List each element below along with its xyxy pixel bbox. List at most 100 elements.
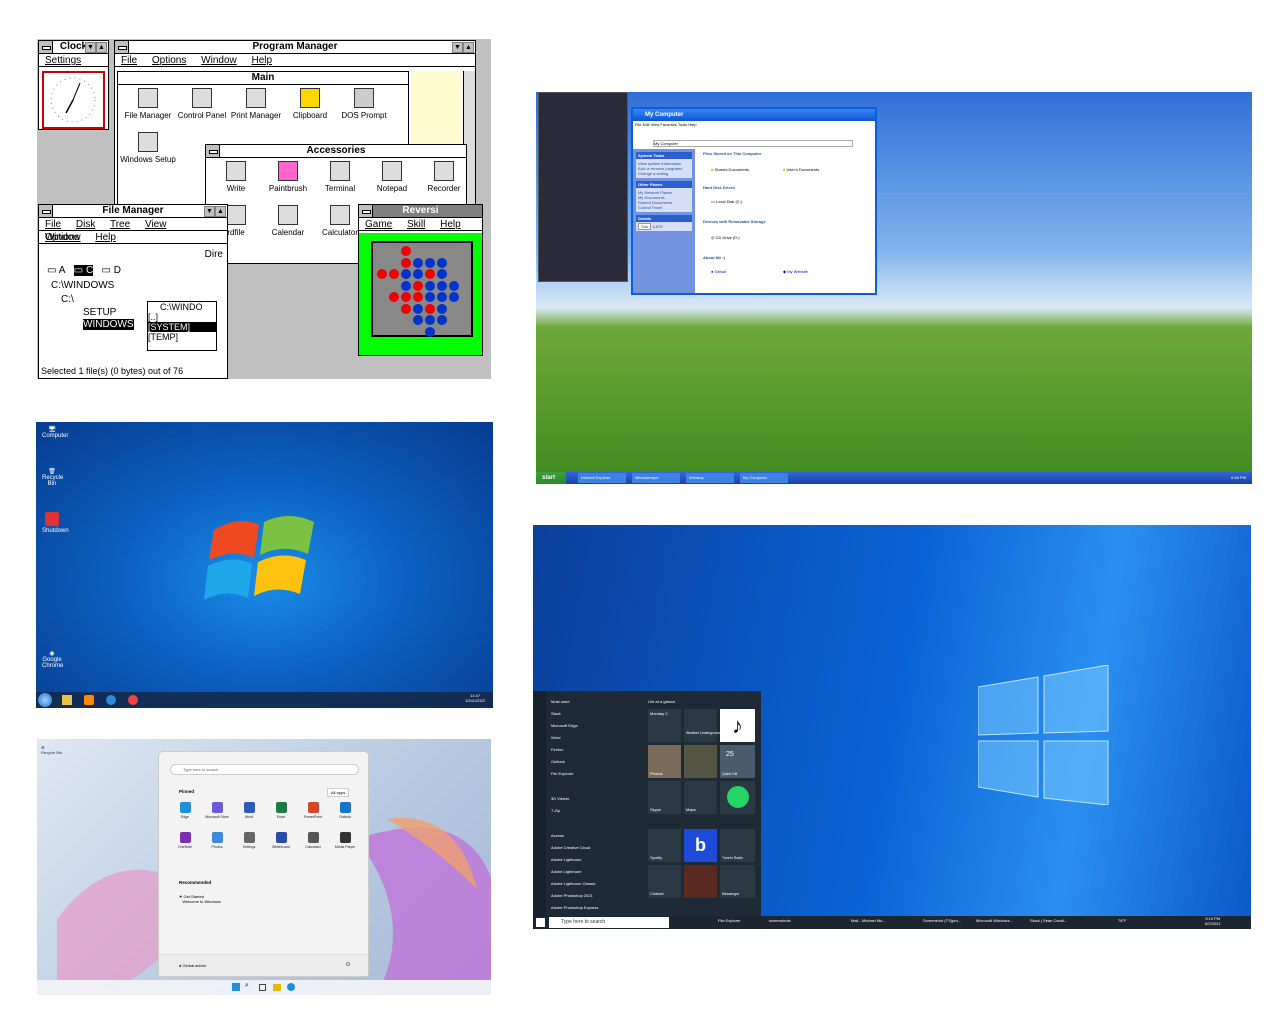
taskbar-item[interactable]: Winamp <box>686 473 734 483</box>
pinned-app[interactable]: PowerPoint <box>297 802 329 819</box>
pm-menu-help[interactable]: Help <box>252 55 273 66</box>
maps-tile[interactable]: Maps <box>684 781 717 814</box>
ie-icon[interactable] <box>106 695 116 705</box>
taskbar-item[interactable]: My Computer <box>740 473 788 483</box>
reversi-menu-help[interactable]: Help <box>440 219 461 230</box>
search-input[interactable]: Type here to search <box>170 764 359 775</box>
blue-disc[interactable] <box>413 269 423 279</box>
clock-menu[interactable]: Settings <box>39 54 108 67</box>
app-list-item[interactable]: Adobe Lightroom <box>551 857 581 862</box>
calendar-icon[interactable]: Calendar <box>258 205 318 237</box>
taskbar-item[interactable]: Microsoft Windows... <box>976 918 1013 923</box>
pm-menu-options[interactable]: Options <box>152 55 186 66</box>
blue-disc[interactable] <box>401 269 411 279</box>
taskbar-item[interactable]: File Explorer <box>718 918 740 923</box>
blue-disc[interactable] <box>425 315 435 325</box>
fm-menu-window[interactable]: Window <box>45 232 81 243</box>
windows-setup-icon[interactable]: Windows Setup <box>118 132 178 164</box>
settings-menu[interactable]: Settings <box>45 55 81 66</box>
power-icon[interactable]: ⏻ <box>346 962 350 968</box>
fm-menu-2[interactable]: Window Help <box>39 231 227 244</box>
other-places-box[interactable]: Other Places My Network Places My Document… <box>636 181 692 212</box>
file-manager-window[interactable]: File Manager ▼ ▲ File Disk Tree View Optio… <box>38 204 228 379</box>
fm-file-list[interactable]: C:\WINDO [..] [SYSTEM] [TEMP] <box>147 301 217 351</box>
shutdown-icon[interactable]: Shutdown <box>42 512 69 534</box>
drive-d-icon[interactable]: ▭ D <box>102 265 121 276</box>
app-list-item[interactable]: Microsoft Edge <box>551 723 578 728</box>
start-button[interactable]: start <box>536 472 566 484</box>
clock-window[interactable]: Clock ▼ ▲ Settings <box>38 40 109 130</box>
clock-titlebar[interactable]: Clock ▼ ▲ <box>39 41 108 54</box>
cd-drive-icon[interactable]: ◎ CD Drive (D:) <box>711 235 740 240</box>
terminal-icon[interactable]: Terminal <box>310 161 370 193</box>
taskbar-item[interactable]: Screenshot (TS)pro... <box>923 918 961 923</box>
blue-disc[interactable] <box>449 292 459 302</box>
blue-disc[interactable] <box>425 280 435 291</box>
dos-prompt-icon[interactable]: DOS Prompt <box>334 88 394 120</box>
red-disc[interactable] <box>389 292 399 302</box>
clipboard-icon[interactable]: Clipboard <box>280 88 340 120</box>
website-link[interactable]: ◆ My Website <box>783 269 808 274</box>
taskbar-item[interactable]: screenshots <box>769 918 791 923</box>
control-panel-icon[interactable]: Control Panel <box>172 88 232 120</box>
explorer-icon[interactable] <box>62 695 72 705</box>
github-link[interactable]: ● Github <box>711 269 726 274</box>
news-tile[interactable]: Monday 2 <box>648 709 681 742</box>
file-manager-icon[interactable]: File Manager <box>118 88 178 120</box>
chrome-icon[interactable]: ◉ Google Chrome <box>42 650 63 669</box>
reversi-menu-skill[interactable]: Skill <box>407 219 425 230</box>
pinned-app[interactable]: Excel <box>265 802 297 819</box>
pm-menu-window[interactable]: Window <box>201 55 237 66</box>
app-list-item[interactable]: File Explorer <box>551 771 573 776</box>
fm-list-item[interactable]: [SYSTEM] <box>148 322 216 332</box>
blue-disc[interactable] <box>437 315 447 325</box>
media-player-icon[interactable] <box>84 695 94 705</box>
pinned-app[interactable]: Word <box>233 802 265 819</box>
fm-menu-tree[interactable]: Tree <box>110 219 130 230</box>
local-disk-icon[interactable]: ▭ Local Disk (C:) <box>711 199 742 204</box>
tree-setup[interactable]: SETUP <box>83 307 116 318</box>
user-docs-folder[interactable]: ■ User's Documents <box>783 167 819 172</box>
app-list-item[interactable]: Word <box>551 735 560 740</box>
blue-disc[interactable] <box>437 303 447 314</box>
pinned-app[interactable]: Microsoft Store <box>201 802 233 819</box>
reversi-titlebar[interactable]: Reversi <box>359 205 482 218</box>
app-list-item[interactable]: Adobe Lightroom Classic <box>551 881 595 886</box>
notepad-icon[interactable]: Notepad <box>362 161 422 193</box>
reversi-window[interactable]: Reversi Game Skill Help <box>358 204 483 356</box>
fm-drive-bar[interactable]: ▭ A ▭ C ▭ D <box>47 265 121 276</box>
drive-a-icon[interactable]: ▭ A <box>47 265 65 276</box>
photos-tile[interactable]: Photos <box>648 745 681 778</box>
pinned-app[interactable]: Media Player <box>329 832 361 849</box>
main-group-titlebar[interactable]: Main <box>118 72 408 85</box>
blue-disc[interactable] <box>449 280 459 291</box>
blue-disc[interactable] <box>437 292 447 302</box>
fm-menu-file[interactable]: File <box>45 219 61 230</box>
winamp-window[interactable] <box>538 92 628 282</box>
red-disc[interactable] <box>401 303 411 314</box>
shared-docs-folder[interactable]: ■ Shared Documents <box>711 167 749 172</box>
my-computer-window[interactable]: My Computer File Edit View Favorites Too… <box>631 107 877 295</box>
blue-disc[interactable] <box>425 326 435 337</box>
red-disc[interactable] <box>413 292 423 302</box>
pinned-app[interactable]: Edge <box>169 802 201 819</box>
blue-disc[interactable] <box>413 315 423 325</box>
write-icon[interactable]: Write <box>206 161 266 193</box>
accessories-titlebar[interactable]: Accessories <box>206 145 466 158</box>
xp-address-bar[interactable]: My Computer <box>653 140 853 147</box>
reversi-menu[interactable]: Game Skill Help <box>359 218 482 231</box>
fm-titlebar[interactable]: File Manager ▼ ▲ <box>39 205 227 218</box>
print-manager-icon[interactable]: Print Manager <box>226 88 286 120</box>
xp-titlebar[interactable]: My Computer <box>633 109 875 121</box>
media-tile[interactable] <box>684 865 717 898</box>
app-list-item[interactable]: Access <box>551 833 564 838</box>
music-tile-icon[interactable]: ♪ <box>720 709 755 742</box>
recycle-bin-icon[interactable]: 🗑 Recycle Bin <box>42 468 63 487</box>
app-list-item[interactable]: 3D Viewer <box>551 796 569 801</box>
edge-icon[interactable] <box>287 983 295 991</box>
fm-menu-help[interactable]: Help <box>95 232 116 243</box>
app-list-item[interactable]: Firefox <box>551 747 563 752</box>
fm-list-item[interactable]: [TEMP] <box>148 332 216 342</box>
pm-menu[interactable]: File Options Window Help <box>115 54 475 67</box>
weather-status[interactable]: 78°F <box>1118 918 1127 923</box>
